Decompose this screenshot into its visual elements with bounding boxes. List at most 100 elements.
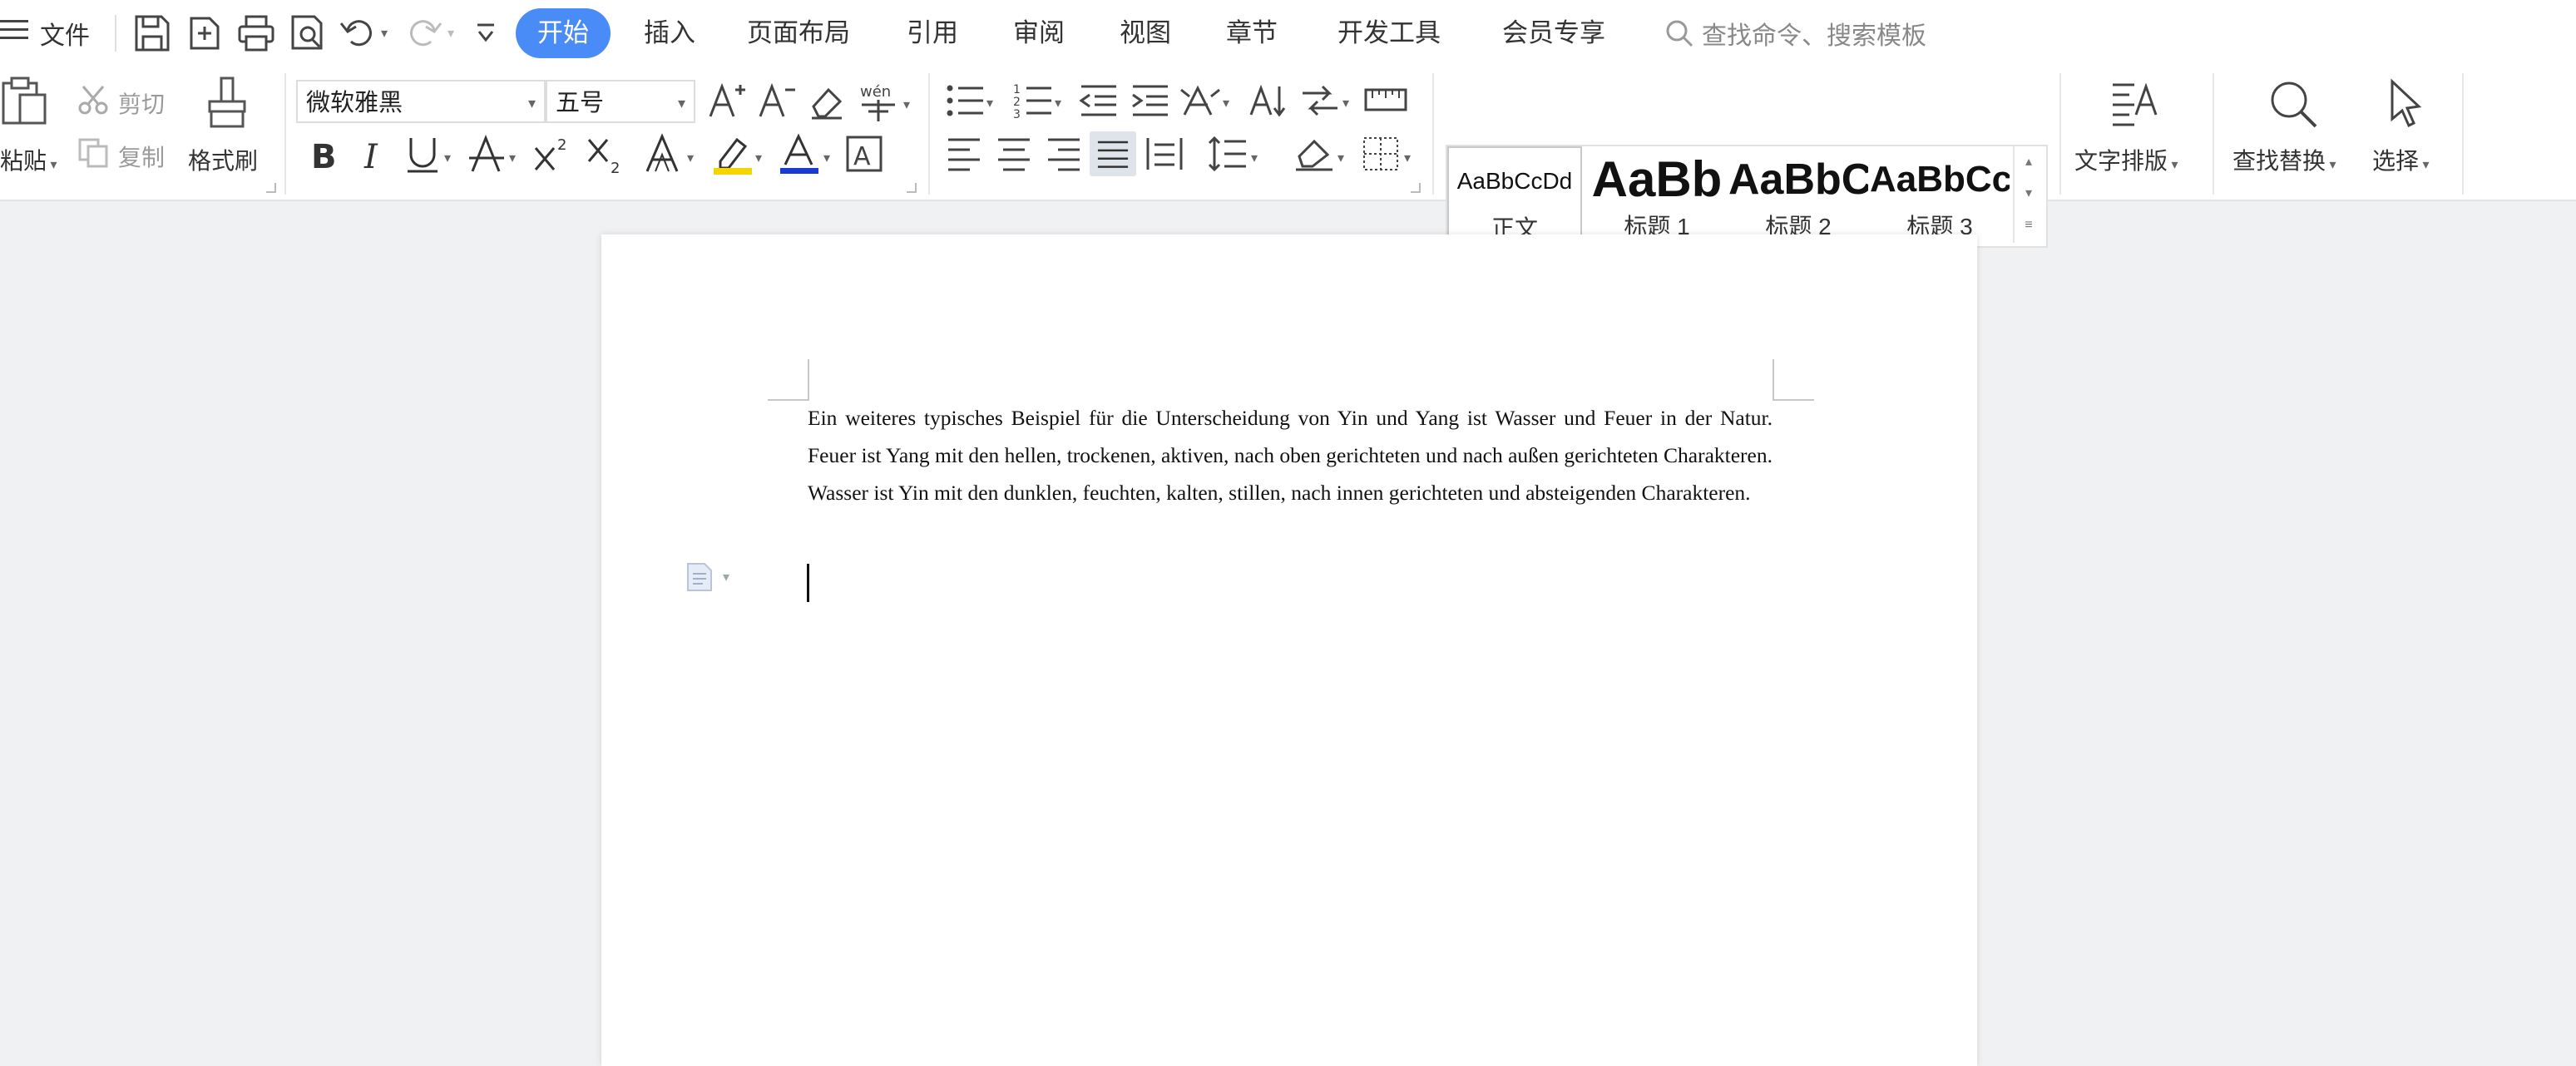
tab-developer[interactable]: 开发工具 [1337, 8, 1441, 58]
command-search[interactable]: 查找命令、搜索模板 [1664, 12, 1926, 55]
text-layout-button[interactable]: 文字排版 ▾ [2074, 143, 2178, 176]
tab-insert[interactable]: 插入 [644, 8, 695, 58]
underline-dropdown-icon[interactable]: ▾ [444, 150, 451, 166]
chinese-layout-icon[interactable] [1179, 81, 1221, 120]
redo-dropdown-icon[interactable]: ▾ [447, 25, 454, 42]
ruler-icon[interactable] [1364, 83, 1407, 118]
redo-icon[interactable] [403, 12, 446, 55]
paragraph-group-launcher[interactable] [1411, 183, 1421, 193]
group-separator [2059, 73, 2061, 195]
strikethrough-dropdown-icon[interactable]: ▾ [509, 150, 516, 166]
scroll-up-icon[interactable]: ▴ [2015, 146, 2043, 178]
phonetic-dropdown-icon[interactable]: ▾ [903, 96, 910, 113]
select-label: 选择 [2372, 148, 2420, 174]
numbered-list-icon[interactable]: 123 [1013, 81, 1053, 120]
body-paragraph[interactable]: Ein weiteres typisches Beispiel für die … [808, 399, 1773, 511]
font-name-select[interactable]: 微软雅黑 ▾ [296, 80, 546, 123]
decrease-indent-icon[interactable] [1078, 81, 1118, 120]
print-preview-icon[interactable] [286, 12, 329, 55]
numbering-dropdown-icon[interactable]: ▾ [1055, 95, 1061, 111]
crop-mark-top-right [1773, 359, 1814, 401]
bullet-list-icon[interactable] [945, 81, 985, 120]
save-icon[interactable] [130, 12, 173, 55]
tab-home[interactable]: 开始 [516, 8, 611, 58]
increase-indent-icon[interactable] [1130, 81, 1169, 120]
justify-icon[interactable] [1090, 131, 1136, 176]
font-color-dropdown-icon[interactable]: ▾ [823, 150, 830, 166]
show-hide-marks-icon[interactable] [1299, 81, 1341, 120]
font-group-launcher[interactable] [907, 183, 917, 193]
decrease-font-size-icon[interactable] [757, 80, 797, 121]
strikethrough-icon[interactable] [467, 133, 506, 176]
marks-dropdown-icon[interactable]: ▾ [1342, 95, 1349, 111]
bold-icon[interactable]: B [306, 133, 343, 176]
align-center-icon[interactable] [995, 135, 1033, 173]
tab-references[interactable]: 引用 [907, 8, 958, 58]
superscript-icon[interactable]: 2 [532, 133, 576, 176]
paragraph-options[interactable]: ▾ [685, 562, 743, 592]
text-layout-icon[interactable] [2108, 76, 2161, 130]
text-effects-dropdown-icon[interactable]: ▾ [687, 150, 694, 166]
style-heading-1[interactable]: AaBb 标题 1 [1585, 146, 1728, 246]
paragraph-options-dropdown-icon: ▾ [723, 570, 730, 585]
tab-review[interactable]: 审阅 [1013, 8, 1065, 58]
tab-member[interactable]: 会员专享 [1502, 8, 1605, 58]
undo-icon[interactable] [336, 12, 379, 55]
underline-icon[interactable] [404, 133, 441, 176]
text-effects-icon[interactable] [644, 133, 684, 176]
paste-button[interactable]: 粘贴 ▾ [0, 143, 57, 176]
text-cursor [807, 564, 809, 602]
style-normal[interactable]: AaBbCcDd 正文 [1447, 146, 1582, 246]
tab-view[interactable]: 视图 [1120, 8, 1171, 58]
style-heading-2[interactable]: AaBbC 标题 2 [1728, 146, 1868, 246]
shading-dropdown-icon[interactable]: ▾ [1337, 150, 1344, 166]
increase-font-size-icon[interactable] [707, 80, 747, 121]
subscript-icon[interactable]: 2 [586, 133, 629, 176]
scroll-down-icon[interactable]: ▾ [2015, 178, 2043, 210]
tab-page-layout[interactable]: 页面布局 [747, 8, 850, 58]
select-button[interactable]: 选择 ▾ [2372, 143, 2430, 176]
font-color-icon[interactable] [779, 133, 820, 176]
phonetic-guide-icon[interactable]: wén [857, 80, 900, 123]
bullet-dropdown-icon[interactable]: ▾ [986, 95, 993, 111]
group-separator [1432, 73, 1434, 195]
line-spacing-dropdown-icon[interactable]: ▾ [1251, 150, 1258, 166]
line-spacing-icon[interactable] [1208, 135, 1248, 173]
highlight-color-icon[interactable] [712, 133, 754, 176]
format-painter-icon[interactable] [203, 76, 251, 130]
italic-icon[interactable]: I [356, 133, 393, 176]
style-preview: AaBbCcDd [1456, 168, 1573, 194]
format-painter-label[interactable]: 格式刷 [188, 143, 258, 176]
tab-sections[interactable]: 章节 [1226, 8, 1278, 58]
copy-label[interactable]: 复制 [118, 140, 165, 173]
align-right-icon[interactable] [1045, 135, 1083, 173]
distributed-align-icon[interactable] [1145, 135, 1184, 173]
cut-icon[interactable] [77, 83, 110, 116]
clipboard-group-launcher[interactable] [266, 183, 276, 193]
select-cursor-icon[interactable] [2386, 78, 2427, 130]
font-size-select[interactable]: 五号 ▾ [546, 80, 695, 123]
undo-dropdown-icon[interactable]: ▾ [381, 25, 388, 42]
paste-icon[interactable] [0, 75, 52, 126]
borders-icon[interactable] [1361, 135, 1401, 173]
character-border-icon[interactable]: A [845, 135, 883, 173]
find-replace-icon[interactable] [2266, 76, 2321, 131]
hamburger-icon [0, 17, 28, 49]
align-left-icon[interactable] [945, 135, 983, 173]
export-pdf-icon[interactable] [183, 12, 226, 55]
customize-toolbar-icon[interactable] [464, 12, 507, 55]
clear-formatting-icon[interactable] [807, 80, 847, 121]
document-page[interactable]: Ein weiteres typisches Beispiel für die … [601, 234, 1977, 1066]
shading-icon[interactable] [1294, 135, 1336, 173]
copy-icon[interactable] [77, 136, 110, 170]
find-replace-button[interactable]: 查找替换 ▾ [2232, 143, 2336, 176]
chinese-layout-dropdown-icon[interactable]: ▾ [1223, 95, 1229, 111]
sort-icon[interactable] [1248, 81, 1289, 120]
file-menu[interactable]: 文件 [0, 15, 90, 52]
print-icon[interactable] [235, 12, 278, 55]
borders-dropdown-icon[interactable]: ▾ [1404, 150, 1411, 166]
highlight-dropdown-icon[interactable]: ▾ [755, 150, 762, 166]
expand-gallery-icon[interactable]: ≡ [2015, 210, 2043, 241]
style-heading-3[interactable]: AaBbCc 标题 3 [1870, 146, 2010, 246]
cut-label[interactable]: 剪切 [118, 86, 165, 120]
